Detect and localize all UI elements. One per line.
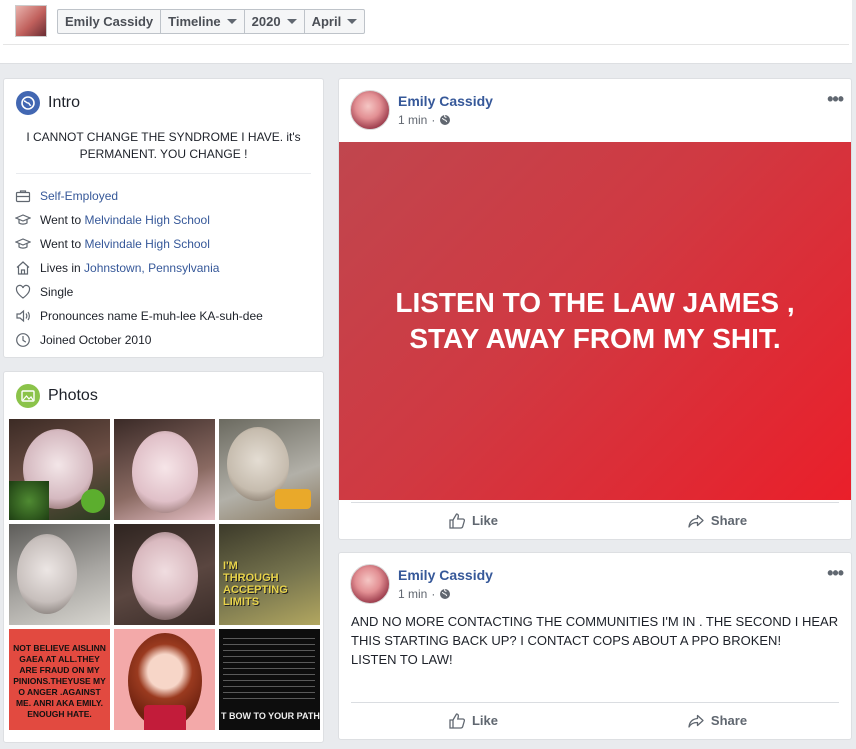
timeline-navigator: Emily Cassidy Timeline 2020 April (57, 9, 366, 34)
post-meta: 1 min · (398, 587, 451, 601)
share-icon (688, 714, 704, 728)
like-label: Like (471, 513, 498, 528)
work-link[interactable]: Self-Employed (40, 189, 118, 203)
post-card: Emily Cassidy 1 min · ••• LISTEN TO THE … (338, 78, 852, 540)
share-icon (688, 514, 704, 528)
photo-thumbnail[interactable] (219, 419, 320, 520)
post-timestamp[interactable]: 1 min (398, 587, 427, 601)
like-label: Like (471, 713, 498, 728)
clock-icon (16, 333, 30, 347)
location-link[interactable]: Johnstown, Pennsylvania (84, 261, 219, 275)
info-work: Self-Employed (4, 184, 323, 208)
thumbs-up-icon (449, 712, 466, 729)
photo-icon (16, 384, 40, 408)
photos-title: Photos (48, 387, 98, 404)
photos-card: Photos I'M THROUGH ACCEPTING LIMITS NOT … (3, 371, 324, 743)
education-prefix: Went to (40, 213, 82, 227)
intro-bio: I CANNOT CHANGE THE SYNDROME I HAVE. it'… (26, 130, 301, 161)
post-card: Emily Cassidy 1 min · ••• AND NO MORE CO… (338, 552, 852, 740)
like-button[interactable]: Like (351, 503, 595, 538)
globe-icon (16, 91, 40, 115)
more-options-icon[interactable]: ••• (827, 89, 844, 110)
briefcase-icon (15, 190, 31, 203)
post-actions: Like Share (351, 702, 839, 738)
crumb-timeline-dropdown[interactable]: Timeline (161, 10, 245, 33)
chevron-down-icon (347, 19, 358, 24)
home-icon (16, 261, 30, 275)
graduation-cap-icon (15, 214, 31, 225)
post-actions: Like Share (351, 502, 839, 538)
info-pronunciation: Pronounces name E-muh-lee KA-suh-dee (4, 304, 323, 328)
info-location: Lives in Johnstown, Pennsylvania (4, 256, 323, 280)
post-banner: LISTEN TO THE LAW JAMES , STAY AWAY FROM… (339, 142, 851, 500)
thumbs-up-icon (449, 512, 466, 529)
author-avatar[interactable] (350, 564, 390, 604)
photo-thumbnail[interactable]: NOT BELIEVE AISLINN GAEA AT ALL.THEY ARE… (9, 629, 110, 730)
photo-thumbnail[interactable] (9, 524, 110, 625)
globe-icon[interactable] (439, 114, 451, 126)
location-prefix: Lives in (40, 261, 81, 275)
photo-caption: T BOW TO YOUR PATHET (221, 711, 320, 721)
crumb-year-dropdown[interactable]: 2020 (245, 10, 305, 33)
info-education-1: Went to Melvindale High School (4, 208, 323, 232)
author-name-link[interactable]: Emily Cassidy (398, 567, 493, 583)
photo-thumbnail[interactable] (114, 524, 215, 625)
photo-grid: I'M THROUGH ACCEPTING LIMITS NOT BELIEVE… (9, 419, 321, 730)
post-header: Emily Cassidy 1 min · ••• (339, 553, 851, 615)
heart-icon (15, 284, 31, 299)
photo-thumbnail[interactable] (114, 419, 215, 520)
post-body-line: AND NO MORE CONTACTING THE COMMUNITIES I… (351, 614, 839, 648)
photo-thumbnail[interactable] (114, 629, 215, 730)
share-button[interactable]: Share (595, 703, 839, 738)
info-relationship: Single (4, 280, 323, 304)
author-name-link[interactable]: Emily Cassidy (398, 93, 493, 109)
share-button[interactable]: Share (595, 503, 839, 538)
post-body-line: LISTEN TO LAW! (351, 652, 453, 667)
intro-title: Intro (48, 94, 81, 111)
photo-thumbnail[interactable] (9, 419, 110, 520)
share-label: Share (710, 513, 748, 528)
speaker-icon (16, 309, 30, 323)
post-body: AND NO MORE CONTACTING THE COMMUNITIES I… (351, 612, 843, 669)
photo-thumbnail[interactable]: I'M THROUGH ACCEPTING LIMITS (219, 524, 320, 625)
photo-caption: I'M THROUGH ACCEPTING LIMITS (223, 560, 288, 608)
info-education-2: Went to Melvindale High School (4, 232, 323, 256)
banner-text: LISTEN TO THE LAW JAMES , STAY AWAY FROM… (395, 287, 795, 354)
crumb-month-label: April (311, 14, 342, 29)
header-divider (3, 44, 849, 45)
graduation-cap-icon (15, 238, 31, 249)
post-header: Emily Cassidy 1 min · ••• (339, 79, 851, 141)
author-avatar[interactable] (350, 90, 390, 130)
intro-divider (16, 173, 311, 174)
post-timestamp[interactable]: 1 min (398, 113, 427, 127)
crumb-timeline-label: Timeline (168, 14, 221, 29)
photo-caption: NOT BELIEVE AISLINN GAEA AT ALL.THEY ARE… (13, 643, 106, 719)
joined-text: Joined October 2010 (40, 333, 152, 347)
profile-avatar[interactable] (15, 5, 47, 37)
crumb-month-dropdown[interactable]: April (305, 10, 365, 33)
more-options-icon[interactable]: ••• (827, 563, 844, 584)
like-button[interactable]: Like (351, 703, 595, 738)
education-prefix: Went to (40, 237, 82, 251)
intro-card: Intro I CANNOT CHANGE THE SYNDROME I HAV… (3, 78, 324, 358)
post-meta: 1 min · (398, 113, 451, 127)
photo-thumbnail[interactable]: T BOW TO YOUR PATHET (219, 629, 320, 730)
school-link[interactable]: Melvindale High School (84, 237, 209, 251)
info-joined: Joined October 2010 (4, 328, 323, 352)
school-link[interactable]: Melvindale High School (84, 213, 209, 227)
crumb-profile-name[interactable]: Emily Cassidy (58, 10, 162, 33)
crumb-profile-label: Emily Cassidy (65, 14, 154, 29)
pronunciation-text: Pronounces name E-muh-lee KA-suh-dee (40, 309, 263, 323)
crumb-year-label: 2020 (251, 14, 281, 29)
chevron-down-icon (286, 19, 297, 24)
share-label: Share (710, 713, 748, 728)
relationship-text: Single (40, 285, 74, 299)
chevron-down-icon (226, 19, 237, 24)
timeline-header: Emily Cassidy Timeline 2020 April (0, 0, 852, 64)
globe-icon[interactable] (439, 588, 451, 600)
